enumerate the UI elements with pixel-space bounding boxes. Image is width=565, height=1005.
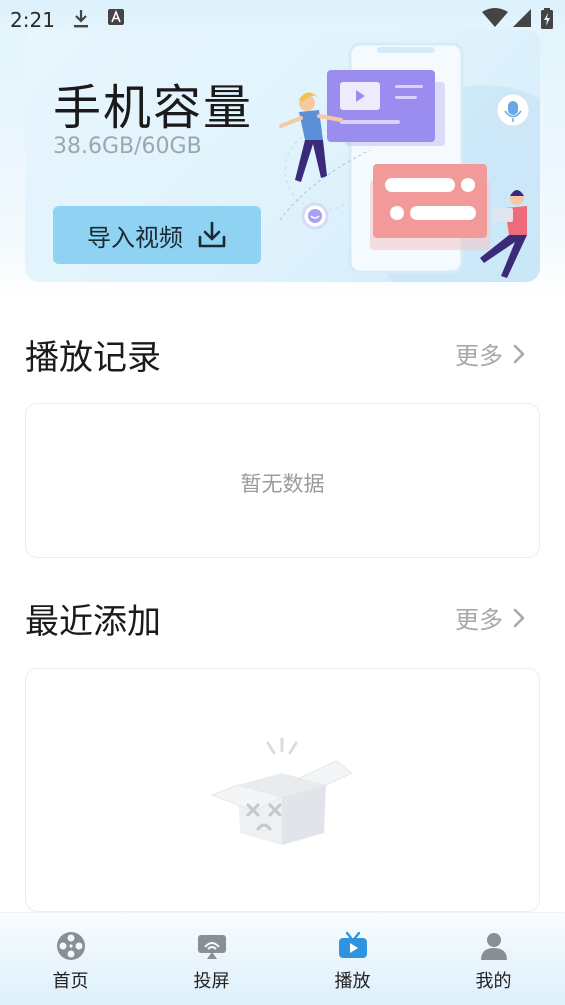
tab-play[interactable]: 播放 <box>282 913 423 1005</box>
recent-added-more-link[interactable]: 更多 <box>455 600 525 635</box>
bottom-tab-bar: 首页 投屏 播放 我的 <box>0 912 565 1005</box>
import-video-label: 导入视频 <box>87 223 183 252</box>
person-icon <box>480 933 507 960</box>
recent-added-title: 最近添加 <box>25 602 161 642</box>
play-tv-icon <box>338 931 367 958</box>
chevron-right-icon <box>513 608 525 627</box>
play-history-card: 暂无数据 <box>25 403 540 558</box>
tab-play-label: 播放 <box>334 971 371 992</box>
tab-mine[interactable]: 我的 <box>423 913 564 1005</box>
recent-added-card <box>25 668 540 912</box>
empty-state-text: 暂无数据 <box>240 472 325 496</box>
download-icon <box>74 10 88 28</box>
storage-capacity: 38.6GB/60GB <box>53 134 202 159</box>
import-video-button[interactable]: 导入视频 <box>53 206 261 264</box>
play-history-title: 播放记录 <box>25 338 161 378</box>
film-reel-icon <box>56 932 85 960</box>
tab-home[interactable]: 首页 <box>0 913 141 1005</box>
cast-icon <box>197 935 226 959</box>
tab-cast-label: 投屏 <box>193 971 230 992</box>
more-label: 更多 <box>455 606 503 634</box>
tab-home-label: 首页 <box>52 971 89 992</box>
phone-illustration <box>279 42 540 282</box>
battery-charging-icon <box>541 8 553 29</box>
keyboard-a-icon <box>108 9 124 25</box>
storage-banner: 手机容量 38.6GB/60GB 导入视频 <box>25 30 540 282</box>
download-tray-icon <box>198 221 226 248</box>
signal-icon <box>513 9 531 27</box>
storage-title: 手机容量 <box>53 80 254 136</box>
more-label: 更多 <box>455 342 503 370</box>
play-history-more-link[interactable]: 更多 <box>455 336 525 371</box>
status-time: 2:21 <box>10 8 55 32</box>
tab-cast[interactable]: 投屏 <box>141 913 282 1005</box>
wifi-icon <box>482 8 508 27</box>
tab-mine-label: 我的 <box>475 971 512 992</box>
empty-box-icon <box>210 737 353 845</box>
chevron-right-icon <box>513 344 525 363</box>
